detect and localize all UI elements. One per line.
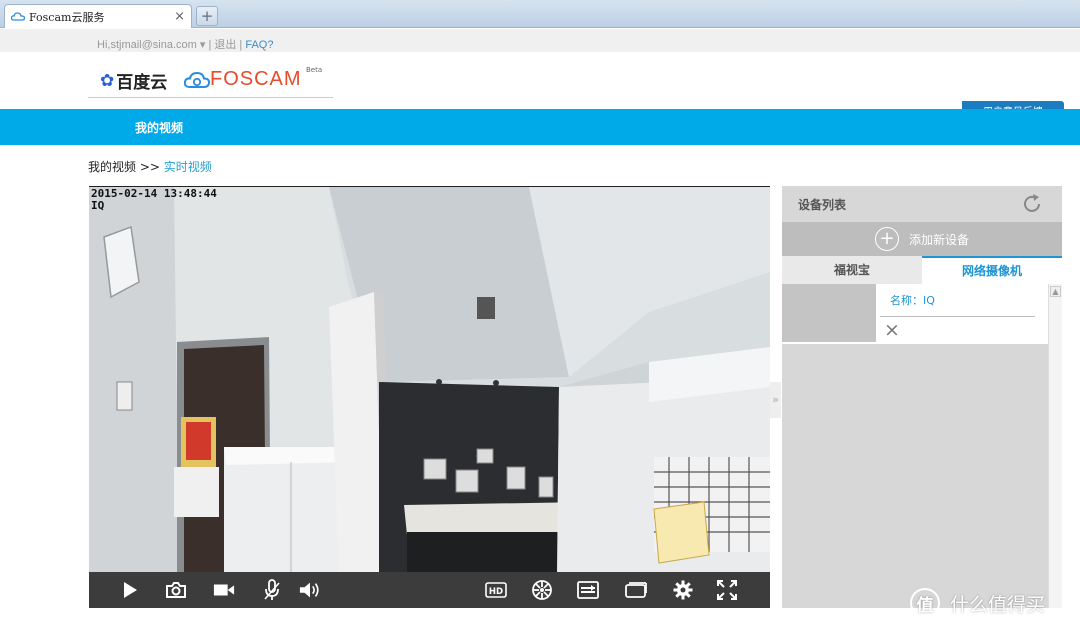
watermark-text: 什么值得买 [950,593,1046,616]
device-list-scrollbar[interactable]: ▲ [1048,284,1062,608]
new-tab-button[interactable]: + [196,6,218,26]
panel-header: 设备列表 [782,186,1062,222]
tab-network-camera[interactable]: 网络摄像机 [922,256,1062,284]
baidu-logo-text: 百度云 [116,73,168,93]
fullscreen-icon[interactable] [716,580,738,600]
foscam-logo-text: FOSCAM [210,68,302,90]
scroll-up-icon[interactable]: ▲ [1050,286,1061,297]
gear-icon[interactable] [672,580,694,600]
main-nav: 我的视频 [0,109,1080,145]
hd-label: HD [489,587,503,597]
breadcrumb-separator: >> [136,160,164,174]
ir-icon[interactable] [531,580,553,600]
watermark-logo-icon: 值 [910,588,940,618]
live-video-player[interactable]: 2015-02-14 13:48:44 IQ [89,186,770,572]
device-list-item[interactable]: 名称：IQ × [782,284,1048,344]
breadcrumb-current: 实时视频 [163,160,212,174]
video-control-bar: HD [89,572,770,608]
foscam-logo[interactable]: FOSCAM [184,68,302,91]
device-thumbnail[interactable] [782,284,876,342]
foscam-cloud-icon [184,71,210,88]
video-osd: 2015-02-14 13:48:44 IQ [91,188,217,212]
device-name-value: IQ [923,294,935,307]
separator: | [236,39,246,51]
browser-tab-title: Foscam云服务 [29,10,105,24]
hd-icon[interactable]: HD [485,580,507,600]
image-settings-icon[interactable] [577,580,599,600]
user-email[interactable]: Hi,stjmail@sina.com [97,39,197,51]
breadcrumb: 我的视频 >> 实时视频 [88,158,212,175]
window-icon[interactable] [625,580,647,600]
plus-icon: + [874,227,899,251]
add-device-label: 添加新设备 [908,232,969,247]
record-icon[interactable] [213,580,235,600]
device-list-panel: 设备列表 + 添加新设备 福视宝 网络摄像机 名称：IQ × ▲ [782,186,1062,608]
device-name-label: 名称： [890,294,923,307]
device-type-tabs: 福视宝 网络摄像机 [782,256,1062,284]
mic-icon[interactable] [261,579,283,600]
close-icon[interactable]: × [174,9,185,24]
site-watermark: 值 什么值得买 [910,588,1045,618]
refresh-icon[interactable] [1020,192,1044,216]
volume-icon[interactable] [299,580,321,600]
faq-link[interactable]: FAQ? [245,39,273,51]
divider [880,316,1035,317]
baidu-cloud-logo[interactable]: ✿ 百度云 [100,68,168,94]
beta-badge: Beta [306,66,323,74]
play-icon[interactable] [119,580,141,600]
user-bar: Hi,stjmail@sina.com ▾ | 退出 | FAQ? [0,29,1080,52]
baidu-paw-icon: ✿ [100,70,115,91]
logo-area: ✿ 百度云 FOSCAM Beta [88,60,333,98]
panel-title: 设备列表 [798,198,847,212]
video-timestamp: 2015-02-14 13:48:44 [91,187,217,200]
add-device-button[interactable]: + 添加新设备 [782,222,1062,256]
browser-tab-bar: Foscam云服务 × + [0,0,1080,28]
tab-fushibao[interactable]: 福视宝 [782,256,922,284]
cloud-icon [11,12,25,21]
browser-tab[interactable]: Foscam云服务 × [4,4,192,28]
logout-link[interactable]: 退出 [214,39,236,51]
panel-collapse-handle[interactable]: » [770,382,781,418]
nav-item-my-videos[interactable]: 我的视频 [135,119,183,136]
breadcrumb-root[interactable]: 我的视频 [88,160,136,174]
delete-device-icon[interactable]: × [882,320,902,340]
camera-feed-image [89,187,770,572]
camera-icon[interactable] [165,580,187,600]
device-name: 名称：IQ [890,292,935,308]
video-camera-label: IQ [91,199,105,212]
